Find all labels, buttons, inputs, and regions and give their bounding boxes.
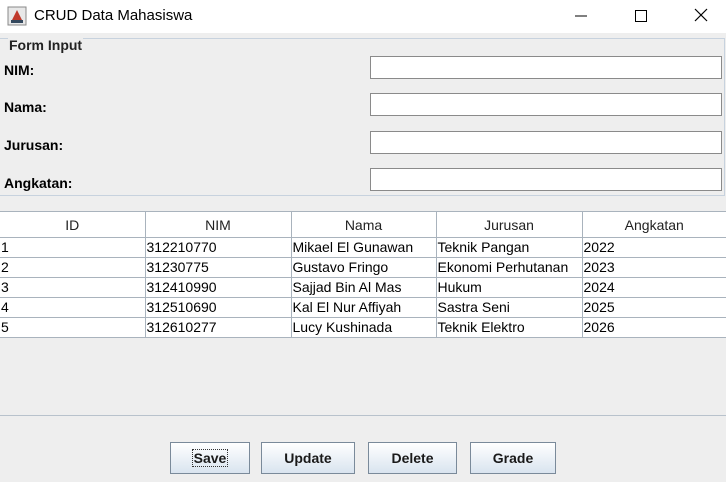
close-icon [694, 8, 708, 25]
cell-angkatan[interactable]: 2023 [582, 257, 726, 278]
mahasiswa-table[interactable]: ID NIM Nama Jurusan Angkatan 1 312210770… [0, 211, 726, 338]
table-row[interactable]: 2 31230775 Gustavo Fringo Ekonomi Perhut… [0, 257, 726, 278]
maximize-icon [635, 9, 647, 25]
nama-label: Nama: [4, 99, 47, 115]
cell-angkatan[interactable]: 2022 [582, 237, 726, 258]
jurusan-label: Jurusan: [4, 137, 64, 153]
table-row[interactable]: 4 312510690 Kal El Nur Affiyah Sastra Se… [0, 297, 726, 318]
angkatan-field[interactable] [370, 168, 722, 191]
form-legend: Form Input [8, 37, 84, 53]
nim-label: NIM: [4, 62, 35, 78]
cell-id[interactable]: 3 [0, 277, 146, 298]
delete-button[interactable]: Delete [368, 442, 457, 474]
table-header-row: ID NIM Nama Jurusan Angkatan [0, 211, 726, 238]
cell-jurusan[interactable]: Sastra Seni [436, 297, 583, 318]
maximize-button[interactable] [618, 0, 664, 33]
cell-nama[interactable]: Lucy Kushinada [291, 317, 437, 338]
update-button[interactable]: Update [261, 442, 355, 474]
cell-angkatan[interactable]: 2026 [582, 317, 726, 338]
jurusan-field[interactable] [370, 131, 722, 154]
cell-jurusan[interactable]: Ekonomi Perhutanan [436, 257, 583, 278]
cell-id[interactable]: 4 [0, 297, 146, 318]
column-header-id[interactable]: ID [0, 211, 146, 238]
minimize-icon [575, 9, 587, 25]
cell-nim[interactable]: 31230775 [145, 257, 292, 278]
cell-nim[interactable]: 312510690 [145, 297, 292, 318]
cell-angkatan[interactable]: 2024 [582, 277, 726, 298]
window-title: CRUD Data Mahasiswa [34, 7, 193, 24]
close-button[interactable] [678, 0, 724, 33]
nama-field[interactable] [370, 93, 722, 116]
table-row[interactable]: 3 312410990 Sajjad Bin Al Mas Hukum 2024 [0, 277, 726, 298]
cell-angkatan[interactable]: 2025 [582, 297, 726, 318]
cell-nama[interactable]: Mikael El Gunawan [291, 237, 437, 258]
cell-nama[interactable]: Sajjad Bin Al Mas [291, 277, 437, 298]
column-header-angkatan[interactable]: Angkatan [582, 211, 726, 238]
cell-jurusan[interactable]: Teknik Pangan [436, 237, 583, 258]
cell-jurusan[interactable]: Teknik Elektro [436, 317, 583, 338]
cell-jurusan[interactable]: Hukum [436, 277, 583, 298]
table-row[interactable]: 1 312210770 Mikael El Gunawan Teknik Pan… [0, 237, 726, 258]
title-bar[interactable]: CRUD Data Mahasiswa [0, 0, 726, 33]
angkatan-label: Angkatan: [4, 175, 73, 191]
cell-id[interactable]: 5 [0, 317, 146, 338]
column-header-nim[interactable]: NIM [145, 211, 292, 238]
grade-button[interactable]: Grade [470, 442, 556, 474]
cell-nim[interactable]: 312210770 [145, 237, 292, 258]
save-button[interactable]: Save [170, 442, 250, 474]
java-cup-icon [7, 6, 27, 26]
cell-id[interactable]: 2 [0, 257, 146, 278]
cell-nama[interactable]: Kal El Nur Affiyah [291, 297, 437, 318]
save-button-label: Save [191, 449, 229, 467]
cell-nim[interactable]: 312610277 [145, 317, 292, 338]
column-header-jurusan[interactable]: Jurusan [436, 211, 583, 238]
cell-id[interactable]: 1 [0, 237, 146, 258]
cell-nama[interactable]: Gustavo Fringo [291, 257, 437, 278]
cell-nim[interactable]: 312410990 [145, 277, 292, 298]
nim-field[interactable] [370, 56, 722, 79]
table-row[interactable]: 5 312610277 Lucy Kushinada Teknik Elektr… [0, 317, 726, 338]
column-header-nama[interactable]: Nama [291, 211, 437, 238]
minimize-button[interactable] [558, 0, 604, 33]
data-table-scroll-pane[interactable]: ID NIM Nama Jurusan Angkatan 1 312210770… [0, 211, 726, 416]
